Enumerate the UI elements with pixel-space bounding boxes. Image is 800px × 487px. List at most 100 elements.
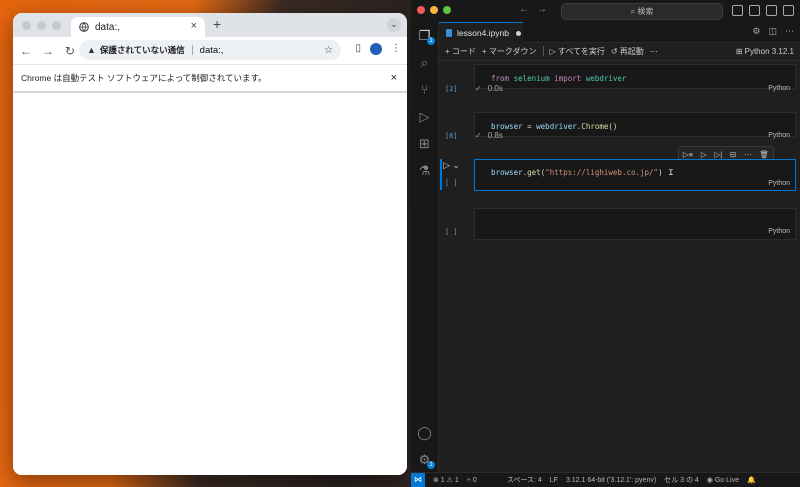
cell-more-icon[interactable]: ⋯ [744, 150, 752, 159]
tab-title: data:, [95, 21, 121, 33]
notebook-cell-focused[interactable]: ▷ ⌄ browser.get("https://lighiweb.co.jp/… [439, 159, 800, 195]
toolbar-divider [542, 46, 544, 56]
run-all-label: すべてを実行 [557, 46, 605, 56]
address-bar[interactable]: ▲ 保護されていない通信 data:, ☆ [79, 40, 341, 60]
browser-tab[interactable]: data:, × [71, 17, 205, 37]
zoom-window-button[interactable] [52, 21, 61, 30]
more-menu-icon[interactable]: ⋮ [391, 43, 401, 55]
infobar-close-icon[interactable]: × [391, 72, 397, 84]
side-panel-icon[interactable]: ▯ [355, 43, 361, 55]
forward-arrow-icon[interactable]: → [37, 44, 59, 58]
notebook-cell[interactable]: browser = webdriver.Chrome() [6] ✓ 0.8s P… [439, 108, 800, 148]
manage-gear-icon[interactable]: ⚙ 1 [411, 446, 438, 473]
interpreter-status[interactable]: 3.12.1 64-bit ('3.12.1': pyenv) [566, 477, 656, 484]
problems-status[interactable]: ⊗ 1 ⚠ 1 [433, 476, 459, 484]
tab-close-icon[interactable]: × [191, 20, 197, 32]
check-icon: ✓ [475, 84, 482, 93]
code-editor[interactable]: from selenium import webdriver [474, 64, 796, 89]
tab-search-button[interactable]: ⌄ [387, 18, 401, 32]
automation-infobar: Chrome は自動テスト ソフトウェアによって制御されています。 × [13, 65, 407, 93]
cell-language[interactable]: Python [768, 85, 790, 92]
code-line: from selenium import webdriver [491, 74, 626, 83]
settings-gear-icon[interactable]: ⚙ [752, 26, 760, 37]
explorer-icon[interactable]: ❐ 1 [411, 22, 438, 49]
notebook-cell[interactable]: [ ] Python [439, 206, 800, 242]
layout-controls [732, 5, 794, 16]
cell-position-status[interactable]: セル 3 の 4 [664, 475, 699, 485]
code-token: .get [522, 168, 541, 177]
close-window-button[interactable] [22, 21, 31, 30]
activity-bar: ❐ 1 ⌕ ⑂ ▷ ⊞ ⚗ ◯ ⚙ 1 [411, 22, 439, 473]
code-token: selenium [513, 74, 550, 83]
run-cell-icon[interactable]: ▷ ⌄ [443, 160, 460, 171]
notifications-bell-icon[interactable]: 🔔 [747, 476, 756, 484]
command-center-search[interactable]: ⌕ 検索 [561, 3, 723, 20]
vscode-close-button[interactable] [417, 6, 425, 14]
ports-status[interactable]: ⑃ 0 [467, 477, 477, 484]
golive-label: Go Live [714, 477, 739, 484]
eol-status[interactable]: LF [550, 477, 558, 484]
vscode-window-controls [417, 6, 451, 14]
remote-indicator-icon[interactable]: ⋈ [411, 473, 425, 487]
kernel-picker[interactable]: ⊞ Python 3.12.1 [736, 47, 794, 56]
source-control-icon[interactable]: ⑂ [411, 76, 438, 103]
url-text[interactable]: data:, [200, 45, 224, 56]
restart-button[interactable]: ↺ 再起動 [611, 46, 644, 57]
more-actions-icon[interactable]: ⋯ [785, 26, 794, 37]
split-cell-icon[interactable]: ⊟ [730, 150, 736, 159]
toggle-sidebar-icon[interactable] [732, 5, 743, 16]
split-editor-icon[interactable]: ◫ [768, 26, 777, 37]
search-icon[interactable]: ⌕ [411, 49, 438, 76]
security-status[interactable]: 保護されていない通信 [100, 44, 185, 56]
focus-indicator [440, 159, 442, 190]
golive-button[interactable]: ◉ Go Live [707, 476, 739, 484]
code-editor[interactable]: browser.get("https://lighiweb.co.jp/") Ｉ [474, 159, 796, 191]
toolbar-more-icon[interactable]: ⋯ [650, 47, 658, 56]
run-all-button[interactable]: ▷ すべてを実行 [550, 46, 605, 57]
chrome-toolbar: ← → ↻ ▲ 保護されていない通信 data:, ☆ ▯ ⋮ [13, 37, 407, 65]
add-code-button[interactable]: + コード [445, 46, 476, 57]
account-icon[interactable]: ◯ [411, 419, 438, 446]
run-debug-icon[interactable]: ▷ [411, 103, 438, 130]
unsaved-dot-icon[interactable] [515, 30, 521, 36]
profile-avatar[interactable] [370, 43, 382, 55]
minimize-window-button[interactable] [37, 21, 46, 30]
nav-arrows-icon[interactable]: ←→ [519, 4, 555, 15]
vscode-titlebar: ←→ ⌕ 検索 [411, 0, 800, 23]
editor-tab-lesson4[interactable]: lesson4.ipynb [439, 22, 523, 43]
back-arrow-icon[interactable]: ← [15, 44, 37, 58]
code-line: browser = webdriver.Chrome() [491, 122, 617, 131]
cell-language[interactable]: Python [768, 180, 790, 187]
toggle-panel-icon[interactable] [749, 5, 760, 16]
editor-tab-bar: lesson4.ipynb ⚙ ◫ ⋯ [439, 22, 800, 43]
editor-tab-label: lesson4.ipynb [457, 28, 509, 38]
add-markdown-button[interactable]: + マークダウン [482, 46, 537, 57]
code-editor[interactable]: browser = webdriver.Chrome() [474, 112, 796, 137]
check-icon: ✓ [475, 131, 482, 140]
run-by-line-icon[interactable]: ▷≡ [683, 150, 693, 159]
new-tab-button[interactable]: + [213, 16, 221, 32]
bookmark-star-icon[interactable]: ☆ [324, 45, 333, 56]
code-token: browser [491, 122, 523, 131]
warning-icon[interactable]: ▲ [87, 45, 96, 55]
cell-language[interactable]: Python [768, 228, 790, 235]
vscode-window: ←→ ⌕ 検索 ❐ 1 ⌕ ⑂ ▷ ⊞ ⚗ ◯ ⚙ 1 lesson4.ipynb … [411, 0, 800, 487]
reload-icon[interactable]: ↻ [59, 44, 81, 58]
execute-above-icon[interactable]: ▷ [701, 150, 707, 159]
extensions-icon[interactable]: ⊞ [411, 130, 438, 157]
code-editor[interactable] [474, 208, 796, 240]
notebook-file-icon [446, 29, 452, 37]
delete-cell-icon[interactable]: 🗑 [760, 150, 770, 159]
execute-below-icon[interactable]: ▷| [715, 150, 723, 159]
customize-layout-icon[interactable] [783, 5, 794, 16]
indent-status[interactable]: スペース: 4 [507, 475, 542, 485]
notebook-cell[interactable]: from selenium import webdriver [2] ✓ 0.0s… [439, 60, 800, 100]
vscode-zoom-button[interactable] [443, 6, 451, 14]
kernel-label: Python 3.12.1 [744, 46, 794, 56]
testing-icon[interactable]: ⚗ [411, 157, 438, 184]
infobar-message: Chrome は自動テスト ソフトウェアによって制御されています。 [21, 73, 267, 83]
vscode-minimize-button[interactable] [430, 6, 438, 14]
cell-language[interactable]: Python [768, 132, 790, 139]
code-token: "https://lighiweb.co.jp/" [545, 168, 659, 177]
toggle-secondary-sidebar-icon[interactable] [766, 5, 777, 16]
